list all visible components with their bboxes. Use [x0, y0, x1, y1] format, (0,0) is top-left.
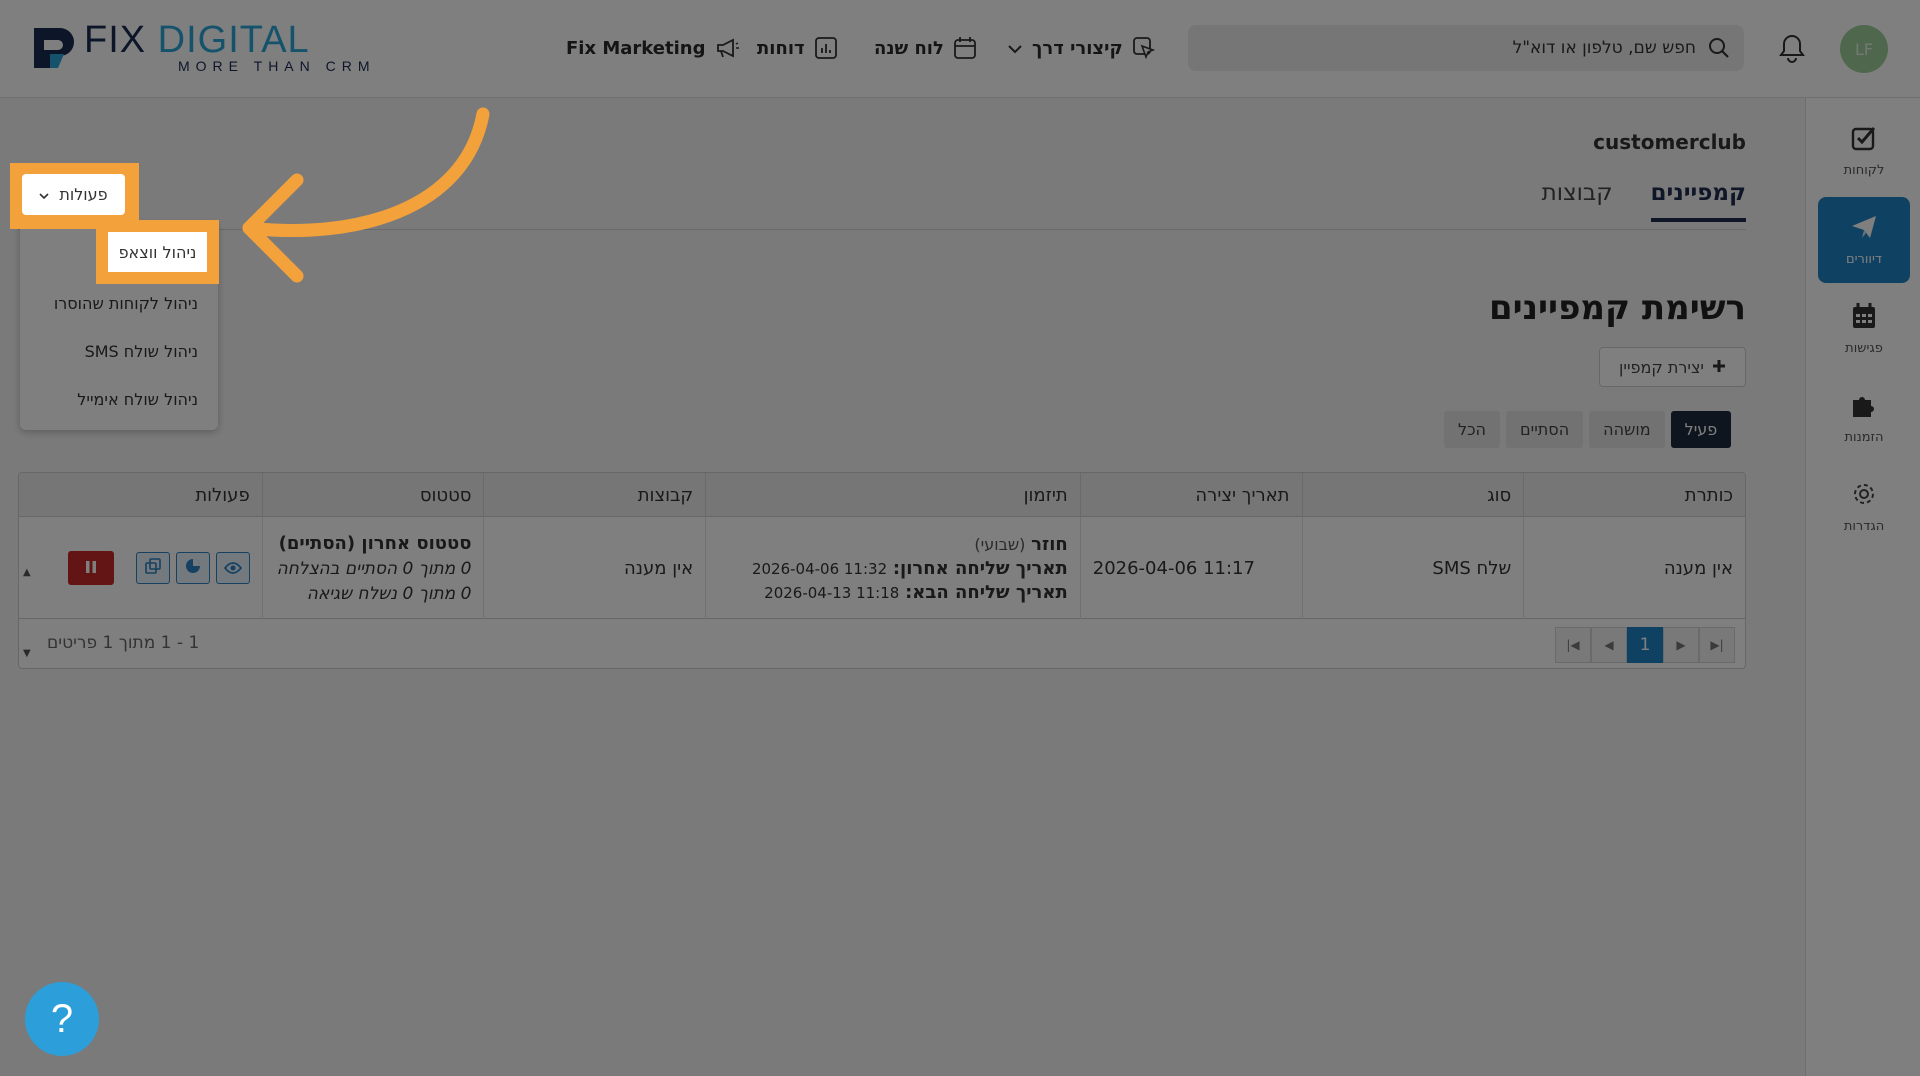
chevron-down-icon [39, 185, 49, 204]
actions-button[interactable]: פעולות [22, 174, 125, 215]
actions-button-label: פעולות [59, 185, 108, 204]
menu-item-whatsapp[interactable]: ניהול ווצאפ [108, 232, 207, 272]
help-button[interactable]: ? [25, 982, 99, 1056]
menu-item-whatsapp-label: ניהול ווצאפ [118, 242, 197, 262]
pointer-arrow-icon [242, 107, 490, 283]
highlight-whatsapp-item: ניהול ווצאפ [96, 220, 219, 284]
